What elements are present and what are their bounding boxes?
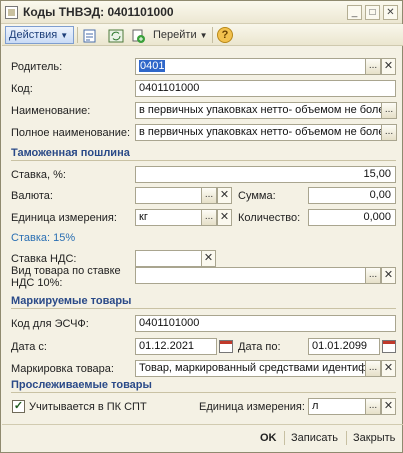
toolbar: Действия ▼ Перейти ▼ ? [2, 24, 403, 46]
currency-select-button[interactable]: ... [201, 187, 217, 204]
traced-unit-clear-button[interactable]: ✕ [381, 398, 396, 415]
help-icon[interactable]: ? [217, 27, 233, 43]
rate-field[interactable]: 15,00 [135, 166, 396, 183]
full-name-select-button[interactable]: ... [381, 124, 397, 141]
goods-type-label-line1: Вид товара по ставке [11, 265, 121, 277]
close-button[interactable]: Закрыть [353, 432, 395, 444]
title-bar[interactable]: Коды ТНВЭД: 0401101000 _ □ ✕ [1, 1, 402, 24]
esf-code-field[interactable]: 0401101000 [135, 315, 396, 332]
close-window-button[interactable]: ✕ [383, 5, 398, 20]
toolbar-divider [212, 27, 213, 43]
vat-rate-clear-button[interactable]: ✕ [201, 250, 216, 267]
date-to-label: Дата по: [238, 341, 281, 353]
rate-info-text: Ставка: 15% [11, 232, 76, 244]
traced-checkbox-label: Учитывается в ПК СПТ [29, 401, 147, 413]
sum-label: Сумма: [238, 190, 276, 202]
code-label: Код: [11, 83, 33, 95]
rate-label: Ставка, %: [11, 169, 66, 181]
dropdown-arrow-icon: ▼ [199, 31, 208, 40]
footer-separator [346, 431, 347, 445]
code-field[interactable]: 0401101000 [135, 80, 396, 97]
name-field[interactable]: в первичных упаковках нетто- объемом не … [135, 102, 382, 119]
calendar-icon[interactable] [219, 340, 233, 353]
goods-type-field[interactable] [135, 267, 366, 284]
goto-menu-button[interactable]: Перейти ▼ [153, 29, 208, 41]
date-to-field[interactable]: 01.01.2099 [308, 338, 380, 355]
footer-separator [284, 431, 285, 445]
date-from-field[interactable]: 01.12.2021 [135, 338, 217, 355]
traced-checkbox[interactable]: ✓ [12, 400, 25, 413]
goto-label: Перейти [153, 29, 197, 41]
minimize-button[interactable]: _ [347, 5, 362, 20]
window-title: Коды ТНВЭД: 0401101000 [23, 5, 174, 19]
save-button[interactable]: Записать [291, 432, 338, 444]
marking-label: Маркировка товара: [11, 363, 114, 375]
name-label: Наименование: [11, 105, 91, 117]
vat-rate-field[interactable] [135, 250, 202, 267]
quantity-label: Количество: [238, 212, 301, 224]
currency-field[interactable] [135, 187, 202, 204]
currency-clear-button[interactable]: ✕ [217, 187, 232, 204]
traced-unit-label: Единица измерения: [199, 401, 305, 413]
unit-select-button[interactable]: ... [201, 209, 217, 226]
refresh-icon[interactable] [107, 27, 124, 43]
marked-section-title: Маркируемые товары [11, 295, 396, 309]
goods-type-label-line2: НДС 10%: [11, 277, 63, 289]
marking-field[interactable]: Товар, маркированный средствами идентифи… [135, 360, 366, 377]
parent-select-button[interactable]: ... [365, 58, 381, 75]
unit-field[interactable]: кг [135, 209, 202, 226]
copy-document-icon[interactable] [129, 27, 145, 43]
name-select-button[interactable]: ... [381, 102, 397, 119]
goods-type-select-button[interactable]: ... [365, 267, 381, 284]
unit-label: Единица измерения: [11, 212, 117, 224]
full-name-field[interactable]: в первичных упаковках нетто- объемом не … [135, 124, 382, 141]
goods-type-clear-button[interactable]: ✕ [381, 267, 396, 284]
parent-field[interactable]: 0401 [135, 58, 366, 75]
quantity-field[interactable]: 0,000 [308, 209, 396, 226]
actions-menu-button[interactable]: Действия ▼ [5, 26, 74, 44]
checkmark-icon: ✓ [13, 400, 24, 412]
form-window: Коды ТНВЭД: 0401101000 _ □ ✕ Действия ▼ … [0, 0, 403, 453]
sum-field[interactable]: 0,00 [308, 187, 396, 204]
toolbar-divider [77, 27, 78, 43]
customs-section-title: Таможенная пошлина [11, 147, 396, 161]
maximize-button[interactable]: □ [365, 5, 380, 20]
marking-select-button[interactable]: ... [365, 360, 381, 377]
ok-button[interactable]: OK [260, 432, 277, 444]
currency-label: Валюта: [11, 190, 53, 202]
esf-code-label: Код для ЭСЧФ: [11, 318, 89, 330]
footer-divider [2, 424, 403, 425]
actions-label: Действия [9, 29, 58, 41]
traced-section-title: Прослеживаемые товары [11, 379, 396, 393]
full-name-label: Полное наименование: [11, 127, 131, 139]
traced-unit-field[interactable]: л [308, 398, 366, 415]
dropdown-arrow-icon: ▼ [60, 31, 69, 40]
parent-value: 0401 [139, 60, 166, 72]
unit-clear-button[interactable]: ✕ [217, 209, 232, 226]
post-document-icon[interactable] [81, 27, 97, 43]
parent-clear-button[interactable]: ✕ [381, 58, 396, 75]
traced-unit-select-button[interactable]: ... [365, 398, 381, 415]
date-from-label: Дата с: [11, 341, 47, 353]
calendar-icon[interactable] [382, 340, 396, 353]
marking-clear-button[interactable]: ✕ [381, 360, 396, 377]
vat-rate-label: Ставка НДС: [11, 253, 77, 265]
parent-label: Родитель: [11, 61, 63, 73]
form-icon [5, 6, 18, 19]
